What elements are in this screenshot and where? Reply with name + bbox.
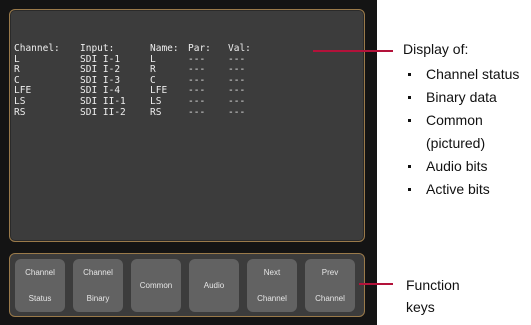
display-annotation-title: Display of:: [403, 41, 469, 57]
channel-binary-key[interactable]: Channel Binary: [73, 259, 123, 312]
display-annotation-list: Channel status Binary data Common (pictu…: [406, 63, 519, 201]
cell-channel: RS: [14, 106, 26, 118]
key-label-line: Common: [139, 281, 173, 290]
cell-name: RS: [150, 106, 162, 118]
key-label-line: Next: [263, 267, 281, 277]
cell-name: LS: [150, 95, 162, 107]
header-input: Input:: [80, 43, 115, 54]
annotation-item: Binary data: [406, 86, 519, 109]
key-label-line: Channel: [25, 267, 55, 277]
header-par: Par:: [188, 43, 211, 54]
table-header: Channel: Input: Name: Par: Val:: [14, 43, 268, 55]
channel-table: Channel: Input: Name: Par: Val: L SDI I-…: [14, 43, 268, 119]
cell-channel: L: [14, 53, 20, 65]
device-panel: Channel: Input: Name: Par: Val: L SDI I-…: [0, 0, 377, 325]
cell-channel: R: [14, 64, 20, 76]
annotation-item: (pictured): [426, 135, 486, 151]
cell-val: ---: [228, 106, 246, 118]
keys-callout-line: [359, 283, 393, 285]
annotation-item: Common: [406, 109, 519, 132]
header-val: Val:: [228, 43, 251, 54]
key-label-line: Channel: [257, 294, 287, 304]
annotation-item: Channel status: [406, 63, 519, 86]
function-key-bar: Channel Status Channel Binary Common Aud…: [9, 253, 365, 317]
cell-channel: LS: [14, 95, 26, 107]
channel-status-key[interactable]: Channel Status: [15, 259, 65, 312]
display-screen: Channel: Input: Name: Par: Val: L SDI I-…: [9, 9, 365, 242]
cell-par: ---: [188, 95, 206, 107]
key-label-line: Audio: [203, 281, 225, 290]
cell-input: SDI II-1: [80, 95, 126, 107]
key-label-line: Channel: [315, 294, 345, 304]
header-name: Name:: [150, 43, 179, 54]
cell-val: ---: [228, 95, 246, 107]
next-channel-key[interactable]: Next Channel: [247, 259, 297, 312]
header-channel: Channel:: [14, 43, 60, 54]
prev-channel-key[interactable]: Prev Channel: [305, 259, 355, 312]
audio-key[interactable]: Audio: [189, 259, 239, 312]
key-label-line: Binary: [86, 294, 110, 304]
annotation-item: Active bits: [406, 178, 519, 201]
common-key[interactable]: Common: [131, 259, 181, 312]
display-callout-line: [313, 50, 393, 52]
key-label-line: Channel: [83, 267, 113, 277]
keys-annotation-line2: keys: [406, 299, 435, 315]
key-label-line: Status: [28, 294, 52, 304]
cell-input: SDI II-2: [80, 106, 126, 118]
cell-par: ---: [188, 106, 206, 118]
table-row: RS SDI II-2 RS --- ---: [14, 106, 268, 119]
table-row: LS SDI II-1 LS --- ---: [14, 95, 268, 108]
annotation-item: Audio bits: [406, 155, 519, 178]
keys-annotation-line1: Function: [406, 277, 460, 293]
key-label-line: Prev: [321, 267, 339, 277]
